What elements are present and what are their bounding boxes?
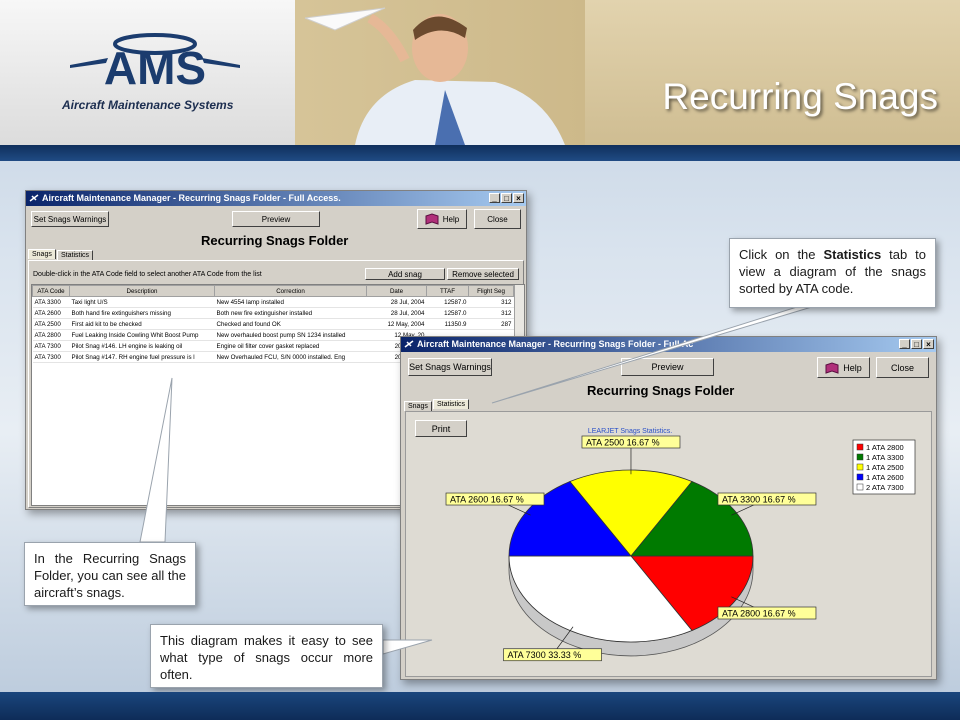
column-header[interactable]: Date [366,285,427,297]
table-cell[interactable]: 11350.9 [426,318,469,330]
svg-text:ATA 3300 16.67 %: ATA 3300 16.67 % [722,494,796,504]
legend-label: 2 ATA 7300 [866,483,904,492]
header-photo [295,0,585,145]
table-cell[interactable]: 12587.0 [426,296,469,308]
table-cell[interactable]: 287 [468,318,514,330]
table-row[interactable]: ATA 2600 Both hand fire extinguishers mis… [32,307,514,319]
legend-swatch [856,443,864,451]
table-cell[interactable]: Both hand fire extinguishers missing [69,307,215,319]
legend-swatch [856,483,864,491]
window-controls: _ □ × [489,193,524,203]
set-snags-warnings-button[interactable]: Set Snags Warnings [31,211,109,227]
window-title-bar[interactable]: Aircraft Maintenance Manager - Recurring… [26,191,526,206]
folder-callout: In the Recurring Snags Folder, you can s… [24,542,196,606]
table-cell[interactable]: ATA 2500 [32,318,70,330]
logo-panel: AMS Aircraft Maintenance Systems [0,0,295,145]
svg-text:ATA 2600 16.67 %: ATA 2600 16.67 % [450,495,524,505]
table-row[interactable]: ATA 3300 Taxi light U/S New 4554 lamp inst… [32,296,514,308]
table-cell[interactable]: New overhauled boost pump SN 1234 instal… [214,329,367,341]
legend-swatch [856,453,864,461]
help-label: Help [442,214,460,224]
table-cell[interactable]: Pilot Snag #147. RH engine fuel pressure… [69,351,215,363]
folder-title: Recurring Snags Folder [201,233,349,248]
minimize-icon[interactable]: _ [489,193,500,203]
businessman-illustration [304,7,565,145]
table-cell[interactable]: ATA 2600 [32,307,70,319]
preview-button[interactable]: Preview [232,211,320,227]
slide-title: Recurring Snags [662,76,938,117]
table-cell[interactable]: First aid kit to be checked [69,318,215,330]
table-cell[interactable]: 28 Jul, 2004 [366,296,427,308]
legend-swatch [856,473,864,481]
help-book-icon [425,213,439,225]
tab-statistics[interactable]: Statistics [57,250,94,260]
table-cell[interactable]: 312 [468,296,514,308]
chart-title: LEARJET Snags Statistics. [588,428,672,435]
table-cell[interactable]: ATA 7300 [32,340,70,352]
svg-text:ATA 2800 16.67 %: ATA 2800 16.67 % [722,609,796,619]
callout-text: Click on the [739,247,824,262]
tab-snags[interactable]: Snags [28,249,56,259]
table-cell[interactable]: 28 Jul, 2004 [366,307,427,319]
table-cell[interactable]: New Overhauled FCU, S/N 0000 installed. … [214,351,367,363]
legend-label: 1 ATA 3300 [866,453,904,462]
remove-selected-button[interactable]: Remove selected [447,268,519,280]
header-band [0,145,960,161]
snags-pie-chart: LEARJET Snags Statistics. ATA 2800 16.67 … [445,428,916,662]
slide-header: AMS Aircraft Maintenance Systems Recurri… [0,0,960,145]
table-header-row: ATA Code Description Correction Date TTA… [32,285,514,297]
legend-swatch [856,463,864,471]
column-header[interactable]: Correction [214,285,367,297]
callout-text: In the Recurring Snags Folder, you can s… [34,551,186,600]
callout-text: This diagram makes it easy to see what t… [160,633,373,682]
legend-label: 1 ATA 2800 [866,443,904,452]
svg-text:ATA 7300 33.33 %: ATA 7300 33.33 % [508,650,582,660]
diagram-callout: This diagram makes it easy to see what t… [150,624,383,688]
table-cell[interactable]: 12587.0 [426,307,469,319]
help-button[interactable]: Help [417,209,467,229]
close-button[interactable]: Close [474,209,521,229]
statistics-tab-callout: Click on the Statistics tab to view a di… [729,238,936,308]
maximize-icon[interactable]: □ [501,193,512,203]
column-header[interactable]: Description [69,285,215,297]
logo-subtitle: Aircraft Maintenance Systems [62,98,234,112]
hint-text: Double-click in the ATA Code field to se… [33,271,262,278]
ams-logo: AMS [70,33,240,92]
table-cell[interactable]: 312 [468,307,514,319]
svg-text:ATA 2500 16.67 %: ATA 2500 16.67 % [586,438,660,448]
table-row[interactable]: ATA 2500 First aid kit to be checked Check… [32,318,514,330]
window-title: Aircraft Maintenance Manager - Recurring… [42,193,341,203]
tab-statistics[interactable]: Statistics [433,399,470,409]
table-cell[interactable]: Engine oil filter cover gasket replaced [214,340,367,352]
callout-bold: Statistics [823,247,882,262]
table-cell[interactable]: New 4554 lamp installed [214,296,367,308]
column-header[interactable]: ATA Code [32,285,70,297]
add-snag-button[interactable]: Add snag [365,268,445,280]
pie-slice-label: ATA 2500 16.67 % [581,435,681,475]
column-header[interactable]: Flight Seg [468,285,514,297]
airplane-icon [29,194,39,202]
legend-label: 1 ATA 2600 [866,473,904,482]
logo-text: AMS [104,42,206,92]
table-cell[interactable]: ATA 7300 [32,351,70,363]
legend-label: 1 ATA 2500 [866,463,904,472]
table-cell[interactable]: 12 May, 2004 [366,318,427,330]
footer-band [0,692,960,720]
close-icon[interactable]: × [513,193,524,203]
column-header[interactable]: TTAF [426,285,469,297]
table-cell[interactable]: Pilot Snag #146. LH engine is leaking oi… [69,340,215,352]
table-cell[interactable]: Taxi light U/S [69,296,215,308]
table-cell[interactable]: Both new fire extinguisher installed [214,307,367,319]
table-cell[interactable]: ATA 3300 [32,296,70,308]
table-cell[interactable]: ATA 2800 [32,329,70,341]
table-cell[interactable]: Checked and found OK [214,318,367,330]
table-cell[interactable]: Fuel Leaking Inside Cowling Whit Boost P… [69,329,215,341]
chart-legend: 1 ATA 28001 ATA 33001 ATA 25001 ATA 2600… [852,439,916,495]
